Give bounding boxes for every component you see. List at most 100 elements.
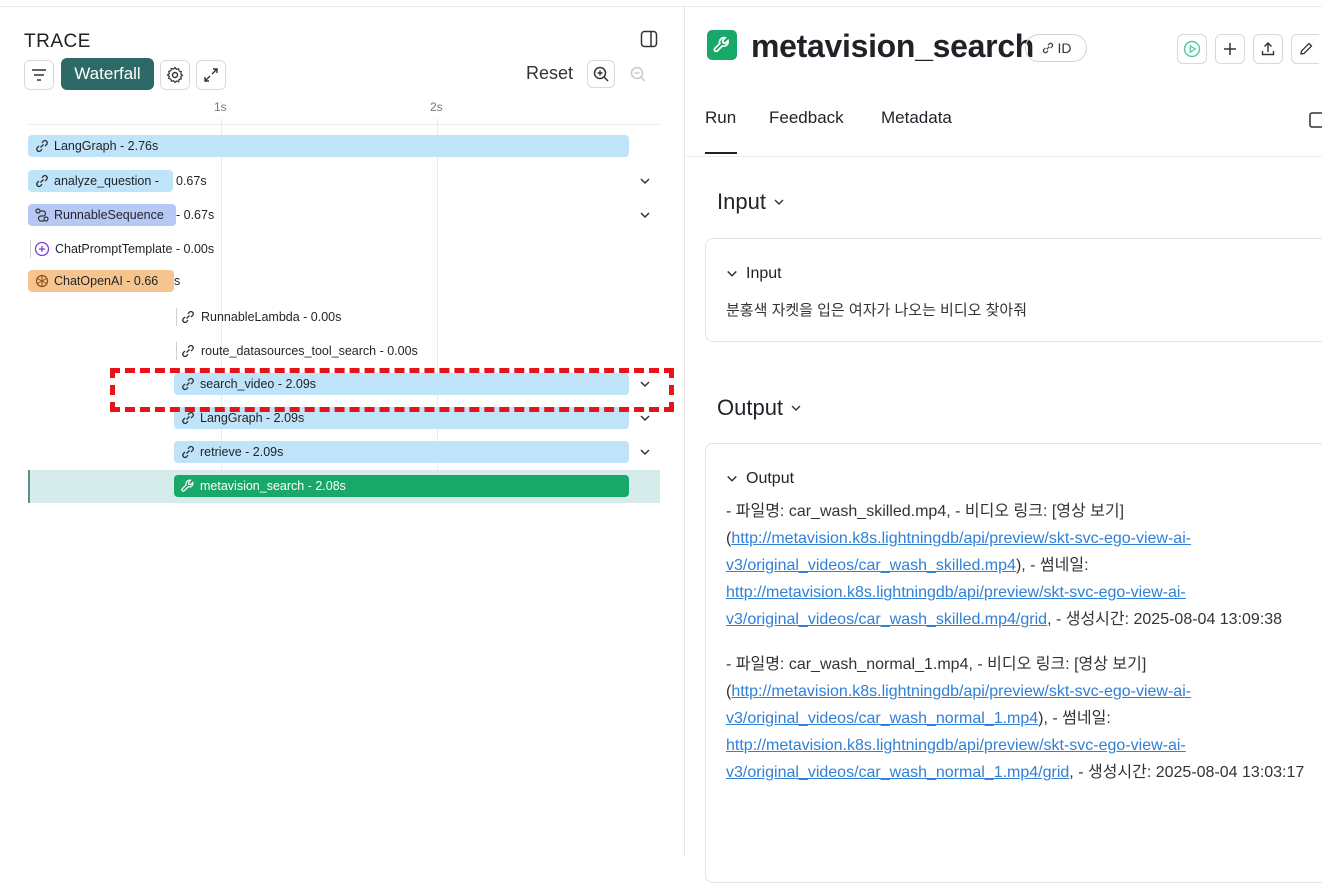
play-circle-icon bbox=[1183, 40, 1201, 58]
input-section-toggle[interactable]: Input bbox=[717, 189, 786, 215]
tab-feedback[interactable]: Feedback bbox=[769, 108, 844, 128]
span-row-runnable-lambda[interactable]: RunnableLambda - 0.00s bbox=[180, 306, 341, 328]
span-duration: s bbox=[174, 274, 181, 288]
collapse-button[interactable] bbox=[196, 60, 226, 90]
span-label: RunnableLambda - 0.00s bbox=[201, 310, 342, 324]
span-row-route-datasources[interactable]: route_datasources_tool_search - 0.00s bbox=[180, 340, 418, 362]
chain-link-icon bbox=[34, 138, 50, 154]
trace-title: TRACE bbox=[24, 31, 91, 52]
tree-line bbox=[176, 308, 177, 326]
id-label: ID bbox=[1057, 40, 1072, 56]
input-section-title: Input bbox=[717, 189, 766, 214]
output-card: Output - 파일명: car_wash_skilled.mp4, - 비디… bbox=[705, 443, 1322, 883]
chevron-down-icon[interactable] bbox=[638, 445, 652, 459]
zoom-out-button[interactable] bbox=[624, 60, 652, 88]
filter-button[interactable] bbox=[24, 60, 54, 90]
settings-button[interactable] bbox=[160, 60, 190, 90]
video-link[interactable]: http://metavision.k8s.lightningdb/api/pr… bbox=[726, 530, 1191, 574]
zoom-in-button[interactable] bbox=[587, 60, 615, 88]
sequence-icon bbox=[34, 207, 50, 223]
input-card: Input 분홍색 자켓을 입은 여자가 나오는 비디오 찾아줘 bbox=[705, 238, 1322, 342]
chain-link-icon bbox=[180, 410, 196, 426]
input-value: 분홍색 자켓을 입은 여자가 나오는 비디오 찾아줘 bbox=[726, 302, 1028, 319]
tick-1s: 1s bbox=[214, 100, 227, 114]
pencil-icon bbox=[1299, 42, 1312, 55]
chevron-down-icon[interactable] bbox=[638, 411, 652, 425]
span-label: route_datasources_tool_search - 0.00s bbox=[201, 344, 418, 358]
panel-icon[interactable] bbox=[1309, 112, 1322, 128]
input-card-toggle[interactable]: Input bbox=[726, 265, 782, 283]
trace-panel: TRACE Waterfall Reset 1s 2s LangGraph - … bbox=[0, 6, 685, 856]
output-item: - 파일명: car_wash_normal_1.mp4, - 비디오 링크: … bbox=[726, 651, 1306, 786]
highlight-box bbox=[110, 368, 674, 412]
span-row-runnable-sequence[interactable]: RunnableSequence bbox=[28, 204, 176, 226]
chain-link-icon bbox=[180, 309, 196, 325]
span-row-retrieve[interactable]: retrieve - 2.09s bbox=[174, 441, 629, 463]
copy-id-button[interactable]: ID bbox=[1025, 34, 1087, 62]
output-card-toggle[interactable]: Output bbox=[726, 470, 794, 488]
span-label: ChatOpenAI - 0.66 bbox=[54, 274, 159, 288]
output-text: ), - 썸네일: bbox=[1038, 710, 1111, 727]
output-text: , - 생성시간: 2025-08-04 13:09:38 bbox=[1047, 611, 1283, 628]
playground-button[interactable] bbox=[1177, 34, 1207, 64]
zoom-in-icon bbox=[593, 66, 609, 82]
link-icon bbox=[1042, 42, 1053, 54]
reset-button[interactable]: Reset bbox=[526, 63, 573, 84]
output-section-toggle[interactable]: Output bbox=[717, 395, 803, 421]
waterfall-toggle-button[interactable]: Waterfall bbox=[61, 58, 154, 90]
plus-icon bbox=[1224, 43, 1236, 55]
run-title: metavision_search bbox=[751, 28, 1035, 64]
span-label: analyze_question - bbox=[54, 174, 159, 188]
chevron-down-icon bbox=[727, 475, 737, 482]
span-row-metavision-search[interactable]: metavision_search - 2.08s bbox=[174, 475, 629, 497]
axis-line bbox=[28, 124, 660, 125]
span-label: LangGraph - 2.76s bbox=[54, 139, 159, 153]
output-card-title: Output bbox=[746, 470, 795, 487]
tab-run[interactable]: Run bbox=[705, 108, 736, 128]
edit-button[interactable] bbox=[1291, 34, 1319, 64]
span-label: ChatPromptTemplate - 0.00s bbox=[55, 242, 215, 256]
span-label: RunnableSequence bbox=[54, 208, 164, 222]
chain-link-icon bbox=[180, 444, 196, 460]
detail-panel: metavision_search ID Run Feedback Metada… bbox=[685, 6, 1322, 883]
chain-link-icon bbox=[180, 343, 196, 359]
output-text: ), - 썸네일: bbox=[1015, 557, 1089, 574]
input-card-title: Input bbox=[746, 265, 782, 282]
share-button[interactable] bbox=[1253, 34, 1283, 64]
gear-icon bbox=[166, 66, 184, 84]
tool-wrench-icon bbox=[707, 30, 737, 60]
span-row-analyze-question[interactable]: analyze_question - bbox=[28, 170, 173, 192]
detail-tabs: Run Feedback Metadata bbox=[685, 106, 1322, 157]
span-label: retrieve - 2.09s bbox=[200, 445, 284, 459]
prompt-plus-icon bbox=[34, 241, 50, 257]
span-label: LangGraph - 2.09s bbox=[200, 411, 305, 425]
tick-2s: 2s bbox=[430, 100, 443, 114]
span-row-chat-openai[interactable]: ChatOpenAI - 0.66 bbox=[28, 270, 174, 292]
add-button[interactable] bbox=[1215, 34, 1245, 64]
span-row-langgraph[interactable]: LangGraph - 2.76s bbox=[28, 135, 629, 157]
panel-toggle-icon[interactable] bbox=[640, 30, 658, 48]
zoom-out-icon bbox=[630, 66, 646, 82]
active-tab-indicator bbox=[705, 152, 737, 154]
openai-icon bbox=[34, 273, 50, 289]
wrench-icon bbox=[180, 478, 196, 494]
tab-metadata[interactable]: Metadata bbox=[881, 108, 952, 128]
chevron-down-icon[interactable] bbox=[638, 208, 652, 222]
collapse-arrows-icon bbox=[204, 68, 218, 82]
tree-line bbox=[30, 240, 31, 258]
tree-line bbox=[176, 342, 177, 360]
span-duration: 0.67s bbox=[176, 174, 207, 188]
video-link[interactable]: http://metavision.k8s.lightningdb/api/pr… bbox=[726, 683, 1191, 727]
span-row-chat-prompt-template[interactable]: ChatPromptTemplate - 0.00s bbox=[34, 238, 214, 260]
chain-link-icon bbox=[34, 173, 50, 189]
chevron-down-icon[interactable] bbox=[638, 174, 652, 188]
chevron-down-icon bbox=[791, 405, 801, 411]
span-duration: - 0.67s bbox=[176, 208, 215, 222]
output-text: , - 생성시간: 2025-08-04 13:03:17 bbox=[1069, 764, 1305, 781]
output-section-title: Output bbox=[717, 395, 784, 420]
output-item: - 파일명: car_wash_skilled.mp4, - 비디오 링크: [… bbox=[726, 498, 1306, 633]
span-label: metavision_search - 2.08s bbox=[200, 479, 346, 493]
upload-icon bbox=[1261, 42, 1275, 56]
chevron-down-icon bbox=[727, 270, 737, 277]
output-value: - 파일명: car_wash_skilled.mp4, - 비디오 링크: [… bbox=[726, 498, 1306, 804]
